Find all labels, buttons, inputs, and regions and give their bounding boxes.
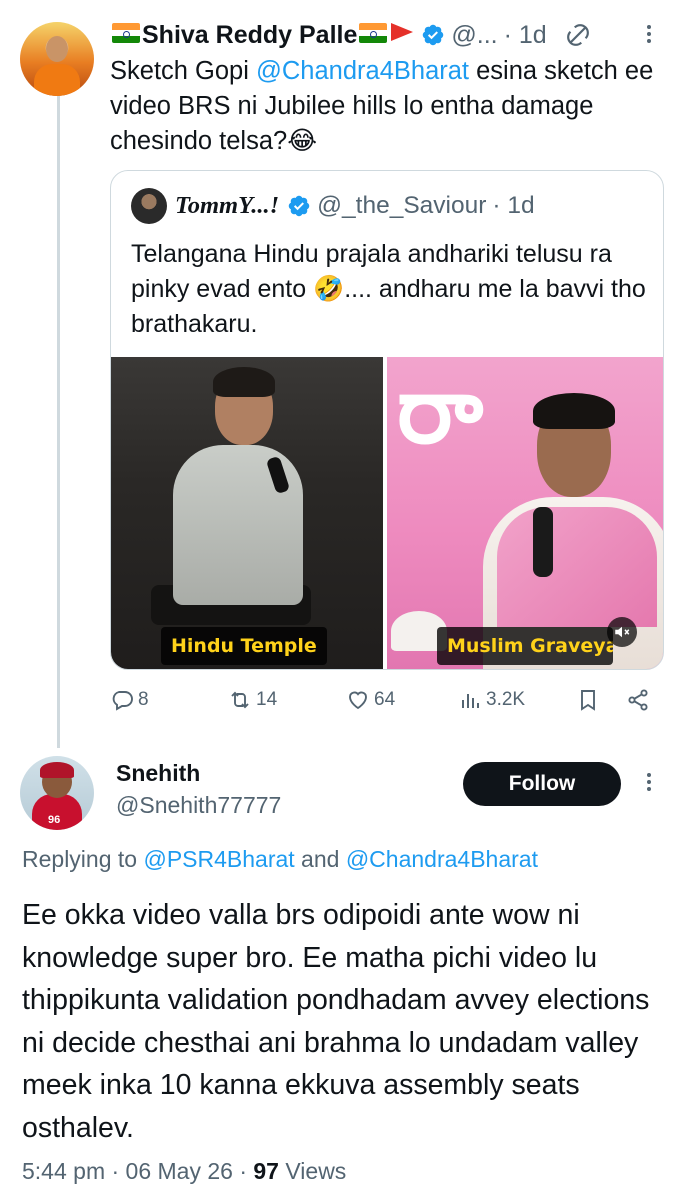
replying-prefix: Replying to	[22, 846, 144, 872]
verified-badge-icon	[421, 23, 445, 47]
video-frame-left	[111, 357, 383, 669]
tweet-action-bar: 8 14 64 3.2K	[110, 684, 654, 720]
grok-icon[interactable]	[565, 22, 591, 48]
author-display-name[interactable]: Shiva Reddy Palle	[142, 21, 357, 50]
reply-text: Ee okka video valla brs odipoidi ante wo…	[22, 899, 650, 1144]
more-vertical-icon[interactable]	[644, 770, 654, 798]
views-count: 3.2K	[486, 689, 526, 710]
india-flag-emoji	[359, 23, 388, 43]
reply-author-avatar[interactable]: 96	[20, 756, 94, 830]
video-caption-right: Muslim Graveyard	[437, 627, 613, 665]
quoted-tweet-time: · 1d	[492, 192, 535, 219]
quoted-tweet-header: TommY...! @_the_Saviour · 1d	[131, 187, 535, 225]
replying-to-mention-1[interactable]: @PSR4Bharat	[143, 846, 294, 872]
reply-views-count: 97	[253, 1158, 279, 1184]
mute-icon[interactable]	[607, 617, 637, 647]
share-icon[interactable]	[626, 688, 650, 712]
verified-badge-icon	[287, 194, 311, 218]
quoted-tweet-text: Telangana Hindu prajala andhariki telusu…	[131, 240, 646, 338]
like-count: 64	[374, 689, 396, 710]
author-handle[interactable]: @...	[451, 21, 497, 50]
bookmark-icon[interactable]	[576, 688, 600, 712]
quoted-author-name: TommY...!	[175, 192, 280, 219]
views-button[interactable]: 3.2K	[458, 688, 525, 712]
repost-button[interactable]: 14	[228, 688, 277, 712]
reply-icon	[112, 691, 133, 711]
india-flag-emoji	[112, 23, 140, 43]
tweet-time[interactable]: · 1d	[504, 21, 547, 50]
quoted-tweet-card[interactable]: TommY...! @_the_Saviour · 1d Telangana H…	[110, 170, 664, 670]
replying-to-mention-2[interactable]: @Chandra4Bharat	[346, 846, 538, 872]
replying-to-line: Replying to @PSR4Bharat and @Chandra4Bha…	[22, 846, 538, 873]
reply-timestamp[interactable]: 5:44 pm · 06 May 26 ·	[22, 1158, 253, 1184]
tweet-text: Sketch Gopi @Chandra4Bharat esina sketch…	[110, 54, 660, 159]
author-avatar[interactable]	[20, 22, 94, 96]
tweet-header: Shiva Reddy Palle @... · 1d	[110, 18, 591, 52]
saffron-flag-emoji	[391, 23, 414, 41]
like-icon	[349, 691, 367, 710]
follow-button[interactable]: Follow	[463, 762, 621, 806]
reply-author-handle[interactable]: @Snehith77777	[116, 792, 281, 819]
quoted-video[interactable]: రా Hindu Temple Muslim Graveyard	[111, 357, 663, 669]
mention-link[interactable]: @Chandra4Bharat	[256, 57, 469, 85]
reply-author-name[interactable]: Snehith	[116, 760, 200, 787]
reply-views-label: Views	[278, 1158, 347, 1184]
reply-count: 8	[138, 689, 149, 710]
reply-meta: 5:44 pm · 06 May 26 · 97 Views	[22, 1158, 346, 1185]
repost-count: 14	[256, 689, 278, 710]
thread-connector-line	[57, 96, 60, 748]
tweet-text-part: Sketch Gopi	[110, 57, 256, 85]
quoted-author-avatar	[131, 188, 167, 224]
views-icon	[462, 694, 479, 708]
quoted-author-handle: @_the_Saviour	[317, 192, 487, 219]
video-caption-left: Hindu Temple	[161, 627, 327, 665]
repost-icon	[231, 691, 249, 709]
like-button[interactable]: 64	[346, 688, 395, 712]
more-vertical-icon[interactable]	[644, 22, 654, 50]
replying-and: and	[294, 846, 346, 872]
reply-button[interactable]: 8	[110, 688, 149, 712]
